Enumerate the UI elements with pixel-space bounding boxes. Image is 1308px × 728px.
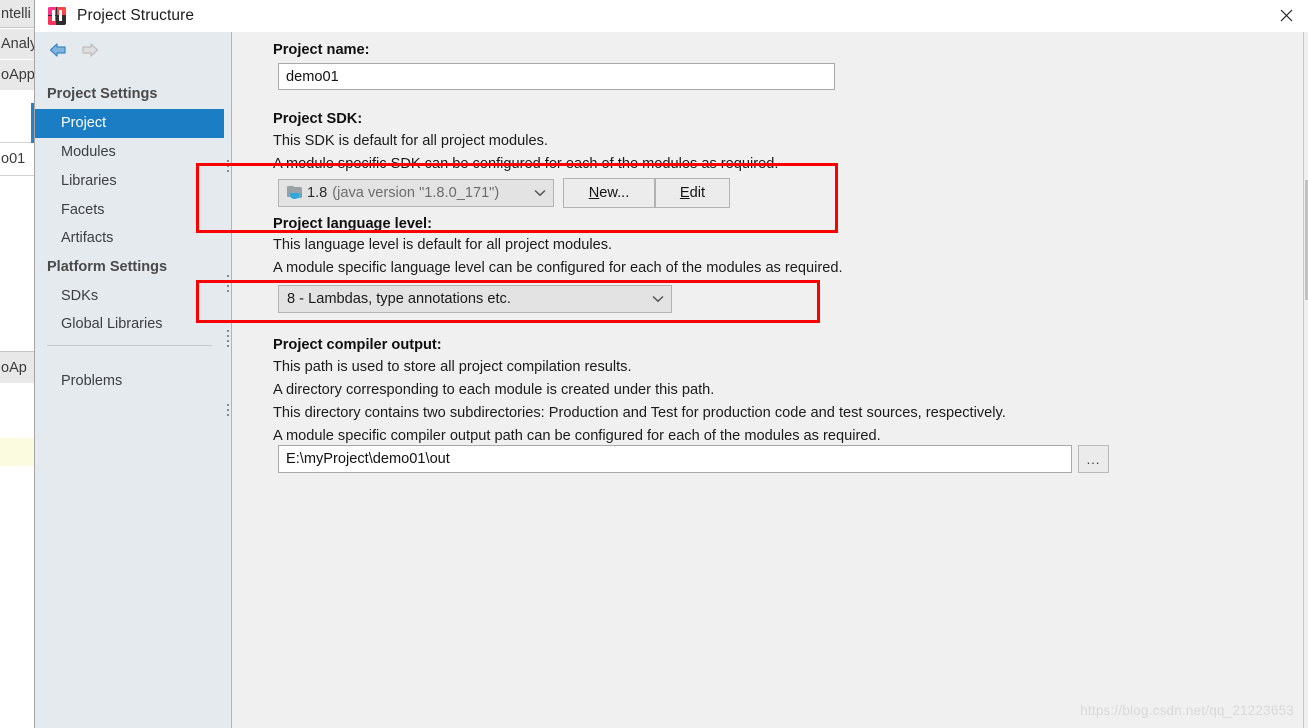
language-level-label: Project language level: bbox=[273, 216, 432, 232]
language-level-combo-value: 8 - Lambdas, type annotations etc. bbox=[287, 291, 511, 307]
ide-strip-text: ntelli bbox=[1, 5, 31, 22]
sidebar-item-global-libraries[interactable]: Global Libraries bbox=[35, 310, 224, 339]
sidebar-item-sdks[interactable]: SDKs bbox=[35, 282, 224, 311]
browse-output-path-button[interactable]: ... bbox=[1078, 445, 1109, 473]
dialog-body: Project Settings Project Modules Librari… bbox=[35, 32, 1308, 728]
project-sdk-desc-2: A module specific SDK can be configured … bbox=[273, 156, 779, 172]
new-sdk-button-mnemonic: N bbox=[588, 185, 600, 201]
project-sdk-combo-value: 1.8 (java version "1.8.0_171") bbox=[279, 185, 527, 201]
ide-strip-text: o01 bbox=[1, 151, 26, 167]
compiler-output-path-input[interactable]: E:\myProject\demo01\out bbox=[278, 445, 1072, 473]
new-sdk-button[interactable]: New... bbox=[563, 178, 655, 208]
sidebar-item-modules[interactable]: Modules bbox=[35, 138, 224, 167]
splitter-grip-3 bbox=[227, 330, 229, 347]
edit-sdk-button[interactable]: Edit bbox=[655, 178, 730, 208]
ide-strip-text: Analy bbox=[1, 36, 38, 52]
splitter-grip-4 bbox=[227, 404, 229, 416]
sidebar-group-project-settings: Project Settings bbox=[47, 86, 158, 102]
project-sdk-combo[interactable]: 1.8 (java version "1.8.0_171") bbox=[278, 179, 554, 207]
vertical-scrollbar[interactable] bbox=[1303, 32, 1308, 728]
chevron-down-icon bbox=[645, 295, 671, 303]
watermark: https://blog.csdn.net/qq_21223653 bbox=[1080, 703, 1294, 718]
project-sdk-version: (java version "1.8.0_171") bbox=[332, 185, 500, 201]
forward-arrow-icon bbox=[74, 36, 104, 64]
project-structure-dialog: Project Structure Project Settings Proje… bbox=[34, 0, 1308, 728]
project-settings-panel: Project name: demo01 Project SDK: This S… bbox=[233, 32, 1308, 728]
sidebar-nav-bar bbox=[35, 32, 224, 67]
intellij-idea-icon bbox=[48, 7, 66, 25]
language-level-combo[interactable]: 8 - Lambdas, type annotations etc. bbox=[278, 285, 672, 313]
sidebar-item-artifacts[interactable]: Artifacts bbox=[35, 224, 224, 253]
ide-strip-text: oAp bbox=[1, 359, 27, 376]
splitter-grip-1 bbox=[227, 160, 229, 172]
sidebar-group-platform-settings: Platform Settings bbox=[47, 259, 168, 275]
language-level-desc-2: A module specific language level can be … bbox=[273, 260, 843, 276]
splitter-grip-2 bbox=[227, 275, 229, 292]
compiler-output-desc-4: A module specific compiler output path c… bbox=[273, 428, 881, 444]
dialog-title: Project Structure bbox=[77, 7, 195, 24]
project-sdk-label: Project SDK: bbox=[273, 111, 363, 127]
settings-sidebar: Project Settings Project Modules Librari… bbox=[35, 32, 224, 728]
ide-strip-text: oApp bbox=[1, 67, 35, 83]
chevron-down-icon bbox=[527, 189, 553, 197]
sidebar-divider bbox=[47, 345, 212, 346]
sidebar-item-libraries[interactable]: Libraries bbox=[35, 167, 224, 196]
sidebar-item-project[interactable]: Project bbox=[35, 109, 224, 138]
sidebar-item-facets[interactable]: Facets bbox=[35, 196, 224, 225]
language-level-desc-1: This language level is default for all p… bbox=[273, 237, 613, 253]
project-sdk-name: 1.8 bbox=[307, 185, 328, 201]
edit-sdk-button-mnemonic: E bbox=[679, 185, 690, 201]
sidebar-splitter[interactable] bbox=[224, 32, 232, 728]
back-arrow-icon[interactable] bbox=[44, 36, 74, 64]
project-sdk-desc-1: This SDK is default for all project modu… bbox=[273, 133, 548, 149]
sidebar-item-problems[interactable]: Problems bbox=[35, 367, 224, 396]
compiler-output-desc-2: A directory corresponding to each module… bbox=[273, 382, 715, 398]
new-sdk-button-label: ew... bbox=[599, 185, 630, 201]
edit-sdk-button-label: dit bbox=[689, 185, 706, 201]
compiler-output-desc-1: This path is used to store all project c… bbox=[273, 359, 632, 375]
compiler-output-desc-3: This directory contains two subdirectori… bbox=[273, 405, 1006, 421]
project-name-input[interactable]: demo01 bbox=[278, 63, 835, 90]
compiler-output-label: Project compiler output: bbox=[273, 337, 442, 353]
close-icon[interactable] bbox=[1263, 0, 1308, 31]
project-name-label: Project name: bbox=[273, 42, 370, 58]
dialog-title-bar: Project Structure bbox=[35, 0, 1308, 32]
java-sdk-icon bbox=[287, 185, 304, 201]
